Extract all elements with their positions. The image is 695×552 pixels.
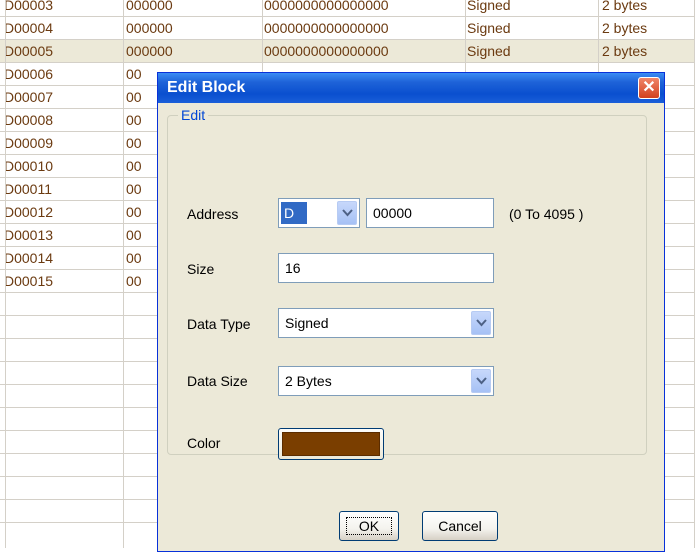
data-size-dropdown-button[interactable] [471,369,491,393]
table-cell-name: D00005 [4,43,54,59]
table-cell-bits: 0000000000000000 [264,0,389,13]
table-cell-type: Signed [467,43,511,59]
table-cell-name: D00012 [4,204,54,220]
table-cell-size: 2 bytes [602,20,648,36]
chevron-down-icon [342,209,353,217]
data-size-value: 2 Bytes [285,373,332,389]
table-cell-name: D00014 [4,250,54,266]
data-type-value: Signed [285,315,329,331]
color-picker-button[interactable] [278,428,384,460]
table-cell-name: D00006 [4,66,54,82]
column-divider [123,0,124,548]
address-range-hint: (0 To 4095 ) [509,206,584,222]
edit-group-box [167,115,647,455]
address-prefix-value: D [281,202,307,224]
table-cell-value: 00 [126,273,142,289]
table-cell-value: 00 [126,158,142,174]
table-cell-value: 00 [126,204,142,220]
table-cell-value: 000000 [126,0,173,13]
table-cell-value: 00 [126,250,142,266]
data-type-select[interactable]: Signed [278,308,494,338]
ok-button[interactable]: OK [339,511,399,541]
address-input[interactable]: 00000 [366,198,494,228]
table-row[interactable]: D00004 000000 0000000000000000 Signed 2 byte… [0,17,695,40]
table-cell-bits: 0000000000000000 [264,43,389,59]
address-label: Address [187,206,239,222]
address-prefix-dropdown-button[interactable] [337,201,357,225]
table-row[interactable]: D00003 000000 0000000000000000 Signed 2 byte… [0,0,695,17]
data-type-label: Data Type [187,316,251,332]
cancel-button-label: Cancel [438,518,482,534]
chevron-down-icon [476,319,487,327]
table-cell-type: Signed [467,0,511,13]
size-label: Size [187,261,215,277]
table-cell-name: D00009 [4,135,54,151]
close-button[interactable]: ✕ [638,77,660,99]
table-cell-value: 00 [126,181,142,197]
table-cell-value: 00 [126,89,142,105]
data-type-dropdown-button[interactable] [471,311,491,335]
table-cell-name: D00013 [4,227,54,243]
column-divider [5,0,6,548]
table-cell-value: 00 [126,66,142,82]
table-cell-value: 00 [126,112,142,128]
table-cell-value: 000000 [126,20,173,36]
table-cell-name: D00011 [4,181,53,197]
edit-block-dialog: Edit Block ✕ Edit Address D 00000 (0 To … [157,72,665,552]
table-cell-name: D00007 [4,89,54,105]
close-icon: ✕ [642,79,656,96]
data-size-select[interactable]: 2 Bytes [278,366,494,396]
table-cell-size: 2 bytes [602,0,648,13]
dialog-title-bar[interactable]: Edit Block ✕ [158,73,664,103]
table-cell-size: 2 bytes [602,43,648,59]
address-prefix-select[interactable]: D [278,198,360,228]
color-swatch [282,432,380,456]
size-input[interactable]: 16 [278,253,494,283]
dialog-title: Edit Block [167,79,246,96]
cancel-button[interactable]: Cancel [422,511,498,541]
table-cell-name: D00004 [4,20,54,36]
color-label: Color [187,435,221,451]
table-cell-bits: 0000000000000000 [264,20,389,36]
table-cell-name: D00008 [4,112,54,128]
table-cell-name: D00015 [4,273,54,289]
data-size-label: Data Size [187,373,248,389]
table-cell-value: 00 [126,135,142,151]
ok-button-label: OK [345,517,393,535]
table-cell-name: D00003 [4,0,54,13]
table-cell-type: Signed [467,20,511,36]
table-row[interactable]: D00005 000000 0000000000000000 Signed 2 byte… [0,40,695,63]
edit-group-label: Edit [178,107,209,123]
table-cell-value: 00 [126,227,142,243]
table-cell-name: D00010 [4,158,54,174]
table-cell-value: 000000 [126,43,173,59]
chevron-down-icon [476,377,487,385]
